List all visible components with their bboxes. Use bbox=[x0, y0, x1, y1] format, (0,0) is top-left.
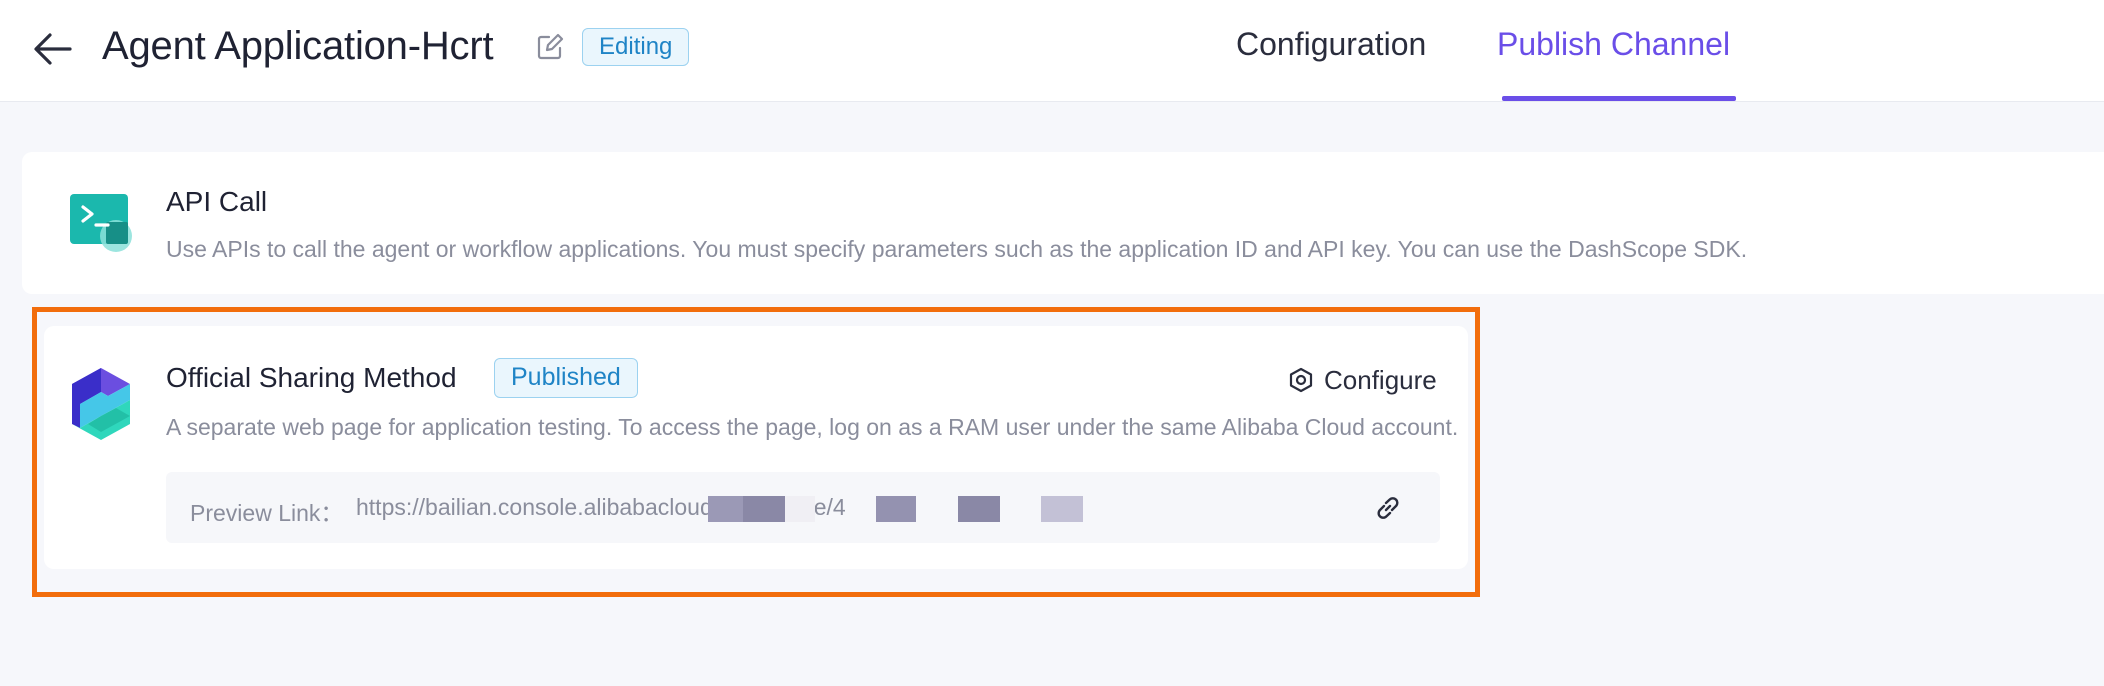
api-call-title: API Call bbox=[166, 186, 268, 217]
redacted-block bbox=[785, 496, 815, 522]
edit-icon[interactable] bbox=[536, 33, 564, 61]
back-arrow-icon[interactable] bbox=[30, 26, 76, 72]
api-call-description: Use APIs to call the agent or workflow a… bbox=[166, 236, 1748, 262]
redacted-block bbox=[708, 496, 743, 522]
redacted-block bbox=[1041, 496, 1083, 522]
tab-publish-channel[interactable]: Publish Channel bbox=[1497, 26, 1730, 63]
official-sharing-card[interactable]: Official Sharing Method Published Config… bbox=[44, 326, 1468, 569]
copy-link-icon[interactable] bbox=[1374, 494, 1402, 522]
preview-link-box: Preview Link： https://bailian.console.al… bbox=[166, 472, 1440, 543]
active-tab-indicator bbox=[1502, 96, 1736, 101]
settings-hexagon-icon bbox=[1289, 367, 1313, 393]
configure-button[interactable]: Configure bbox=[1288, 362, 1437, 398]
editing-status-badge: Editing bbox=[582, 28, 690, 66]
preview-link-label: Preview Link： bbox=[190, 500, 344, 526]
configure-label: Configure bbox=[1324, 364, 1437, 395]
bailian-logo-icon bbox=[72, 368, 130, 440]
redacted-block bbox=[876, 496, 916, 522]
api-call-card[interactable]: API Call Use APIs to call the agent or w… bbox=[22, 152, 2104, 294]
published-status-badge: Published bbox=[494, 358, 638, 398]
official-sharing-description: A separate web page for application test… bbox=[166, 414, 1459, 440]
tab-configuration[interactable]: Configuration bbox=[1236, 26, 1426, 63]
page-header: Agent Application-Hcrt Editing Configura… bbox=[0, 0, 2104, 102]
redacted-block bbox=[958, 496, 1000, 522]
terminal-icon bbox=[70, 194, 132, 252]
app-title: Agent Application-Hcrt bbox=[102, 24, 494, 68]
official-sharing-title: Official Sharing Method bbox=[166, 362, 457, 393]
redacted-block bbox=[743, 496, 785, 522]
